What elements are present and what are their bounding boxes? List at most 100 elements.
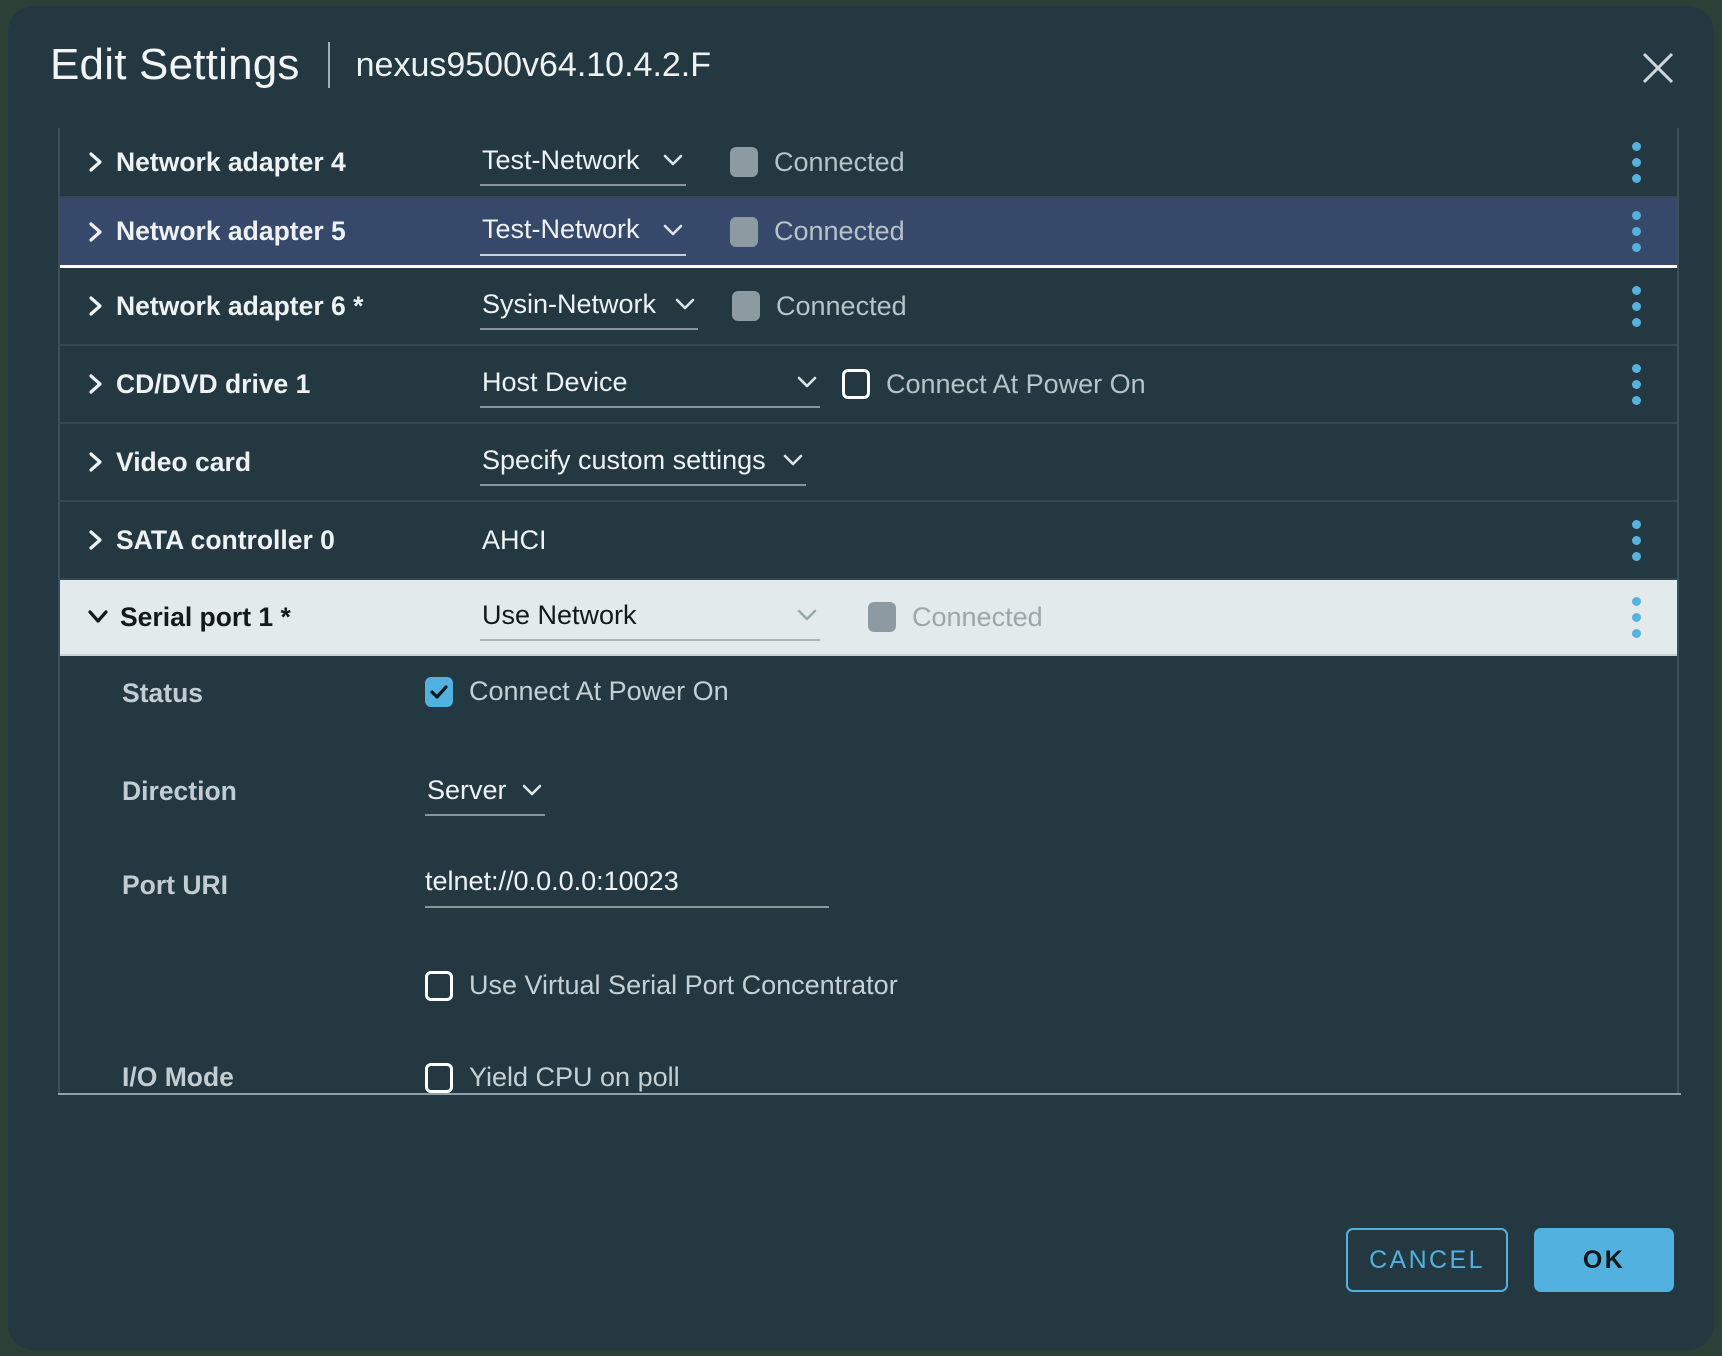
io-mode-label: I/O Mode bbox=[122, 1062, 234, 1092]
cddvd-select[interactable]: Host Device bbox=[480, 360, 820, 408]
row-menu-icon[interactable] bbox=[1621, 198, 1651, 265]
network-select-value: Sysin-Network bbox=[482, 288, 657, 319]
device-label-cell: SATA controller 0 bbox=[60, 502, 480, 578]
device-label: SATA controller 0 bbox=[116, 524, 335, 555]
connect-at-power-on-checkbox[interactable] bbox=[425, 676, 453, 707]
status-connect-at-power-on-group[interactable]: Connect At Power On bbox=[425, 676, 729, 707]
use-virtual-serial-port-concentrator-checkbox[interactable] bbox=[425, 970, 453, 1001]
connected-label: Connected bbox=[774, 216, 905, 246]
chevron-down-icon bbox=[662, 223, 684, 237]
serial-port-detail-panel: Status Connect At Power On Direction Ser… bbox=[60, 656, 1677, 1094]
chevron-down-icon bbox=[796, 608, 818, 622]
yield-cpu-on-poll-checkbox[interactable] bbox=[425, 1062, 453, 1093]
close-icon[interactable] bbox=[1632, 42, 1684, 94]
device-label: Network adapter 5 bbox=[116, 216, 346, 246]
detail-row-io-mode: I/O Mode Yield CPU on poll bbox=[60, 1036, 1677, 1094]
network-select[interactable]: Test-Network bbox=[480, 208, 686, 256]
direction-select[interactable]: Server bbox=[425, 768, 545, 816]
detail-row-status: Status Connect At Power On bbox=[60, 656, 1677, 754]
content-bottom-divider bbox=[58, 1093, 1681, 1095]
chevron-down-icon bbox=[796, 375, 818, 389]
connect-at-power-on-checkbox[interactable] bbox=[842, 369, 870, 399]
ok-button[interactable]: OK bbox=[1534, 1228, 1674, 1292]
vspc-label: Use Virtual Serial Port Concentrator bbox=[469, 970, 898, 1000]
row-menu-icon[interactable] bbox=[1621, 268, 1651, 344]
device-label: Video card bbox=[116, 446, 252, 477]
device-label-cell: Network adapter 6 * bbox=[60, 268, 480, 344]
chevron-right-icon[interactable] bbox=[86, 219, 106, 245]
connected-label: Connected bbox=[776, 290, 907, 321]
chevron-right-icon[interactable] bbox=[86, 527, 106, 553]
row-menu-icon[interactable] bbox=[1621, 128, 1651, 196]
network-select-value: Test-Network bbox=[482, 214, 640, 244]
direction-label: Direction bbox=[122, 776, 237, 806]
chevron-right-icon[interactable] bbox=[86, 293, 106, 319]
table-row[interactable]: Video card Specify custom settings bbox=[60, 424, 1677, 502]
vspc-checkbox-group[interactable]: Use Virtual Serial Port Concentrator bbox=[425, 970, 898, 1001]
device-label-cell: Video card bbox=[60, 424, 480, 500]
row-menu-icon[interactable] bbox=[1621, 580, 1651, 654]
vm-name: nexus9500v64.10.4.2.F bbox=[355, 45, 712, 84]
edit-settings-dialog: Edit Settings nexus9500v64.10.4.2.F Netw… bbox=[8, 6, 1714, 1350]
device-value-cell: Test-Network Connected bbox=[480, 198, 905, 265]
detail-row-port-uri: Port URI telnet://0.0.0.0:10023 bbox=[60, 848, 1677, 944]
connected-checkbox bbox=[730, 216, 758, 247]
connect-at-power-on-group[interactable]: Connect At Power On bbox=[842, 369, 1146, 400]
connected-checkbox-group[interactable]: Connected bbox=[730, 216, 905, 247]
network-select[interactable]: Sysin-Network bbox=[480, 282, 698, 330]
chevron-right-icon[interactable] bbox=[86, 371, 106, 397]
connect-at-power-on-label: Connect At Power On bbox=[469, 676, 729, 706]
table-row[interactable]: Network adapter 6 * Sysin-Network Connec… bbox=[60, 268, 1677, 346]
device-value-cell: Specify custom settings bbox=[480, 424, 806, 500]
chevron-right-icon[interactable] bbox=[86, 449, 106, 475]
row-menu-icon[interactable] bbox=[1621, 502, 1651, 578]
device-value-cell: AHCI bbox=[480, 502, 547, 578]
device-value-cell: Sysin-Network Connected bbox=[480, 268, 907, 344]
connected-label: Connected bbox=[774, 146, 905, 177]
connected-checkbox-group[interactable]: Connected bbox=[868, 602, 1043, 633]
device-label: Network adapter 4 bbox=[116, 146, 346, 177]
row-menu-icon[interactable] bbox=[1621, 346, 1651, 422]
table-row[interactable]: CD/DVD drive 1 Host Device Connect At Po… bbox=[60, 346, 1677, 424]
connected-checkbox-group[interactable]: Connected bbox=[730, 147, 905, 178]
connect-at-power-on-label: Connect At Power On bbox=[886, 368, 1146, 399]
video-card-select[interactable]: Specify custom settings bbox=[480, 438, 806, 486]
detail-row-direction: Direction Server bbox=[60, 754, 1677, 848]
device-label: CD/DVD drive 1 bbox=[116, 368, 311, 399]
status-label: Status bbox=[122, 678, 203, 708]
direction-select-value: Server bbox=[427, 774, 507, 805]
cddvd-select-value: Host Device bbox=[482, 366, 628, 397]
dialog-footer: CANCEL OK bbox=[1320, 1228, 1674, 1292]
table-row[interactable]: Serial port 1 * Use Network Connected bbox=[60, 580, 1677, 656]
connected-checkbox-group[interactable]: Connected bbox=[732, 291, 907, 322]
device-label: Network adapter 6 * bbox=[116, 290, 364, 321]
dialog-header: Edit Settings nexus9500v64.10.4.2.F bbox=[8, 6, 1714, 124]
chevron-down-icon bbox=[782, 453, 804, 467]
table-row[interactable]: Network adapter 5 Test-Network Connected bbox=[60, 198, 1677, 268]
chevron-right-icon[interactable] bbox=[86, 149, 106, 175]
chevron-down-icon bbox=[674, 297, 696, 311]
serial-port-select[interactable]: Use Network bbox=[480, 593, 820, 641]
port-uri-label: Port URI bbox=[122, 870, 228, 900]
chevron-down-icon bbox=[521, 783, 543, 797]
device-label-cell: Serial port 1 * bbox=[60, 580, 480, 654]
connected-label: Connected bbox=[912, 601, 1043, 632]
video-card-select-value: Specify custom settings bbox=[482, 444, 766, 475]
device-value-cell: Host Device Connect At Power On bbox=[480, 346, 1146, 422]
device-label-cell: CD/DVD drive 1 bbox=[60, 346, 480, 422]
device-value-cell: Use Network Connected bbox=[480, 580, 1043, 654]
device-value-cell: Test-Network Connected bbox=[480, 128, 905, 196]
connected-checkbox bbox=[730, 147, 758, 177]
io-mode-checkbox-group[interactable]: Yield CPU on poll bbox=[425, 1062, 680, 1093]
device-label-cell: Network adapter 5 bbox=[60, 198, 480, 265]
chevron-down-icon[interactable] bbox=[86, 607, 110, 627]
sata-controller-value: AHCI bbox=[482, 524, 547, 555]
cancel-button[interactable]: CANCEL bbox=[1346, 1228, 1508, 1292]
page-title: Edit Settings bbox=[50, 40, 300, 89]
table-row[interactable]: Network adapter 4 Test-Network Connected bbox=[60, 128, 1677, 198]
device-list: Network adapter 4 Test-Network Connected bbox=[58, 128, 1679, 1094]
port-uri-input[interactable]: telnet://0.0.0.0:10023 bbox=[425, 856, 829, 908]
network-select[interactable]: Test-Network bbox=[480, 138, 686, 186]
table-row[interactable]: SATA controller 0 AHCI bbox=[60, 502, 1677, 580]
network-select-value: Test-Network bbox=[482, 144, 640, 175]
